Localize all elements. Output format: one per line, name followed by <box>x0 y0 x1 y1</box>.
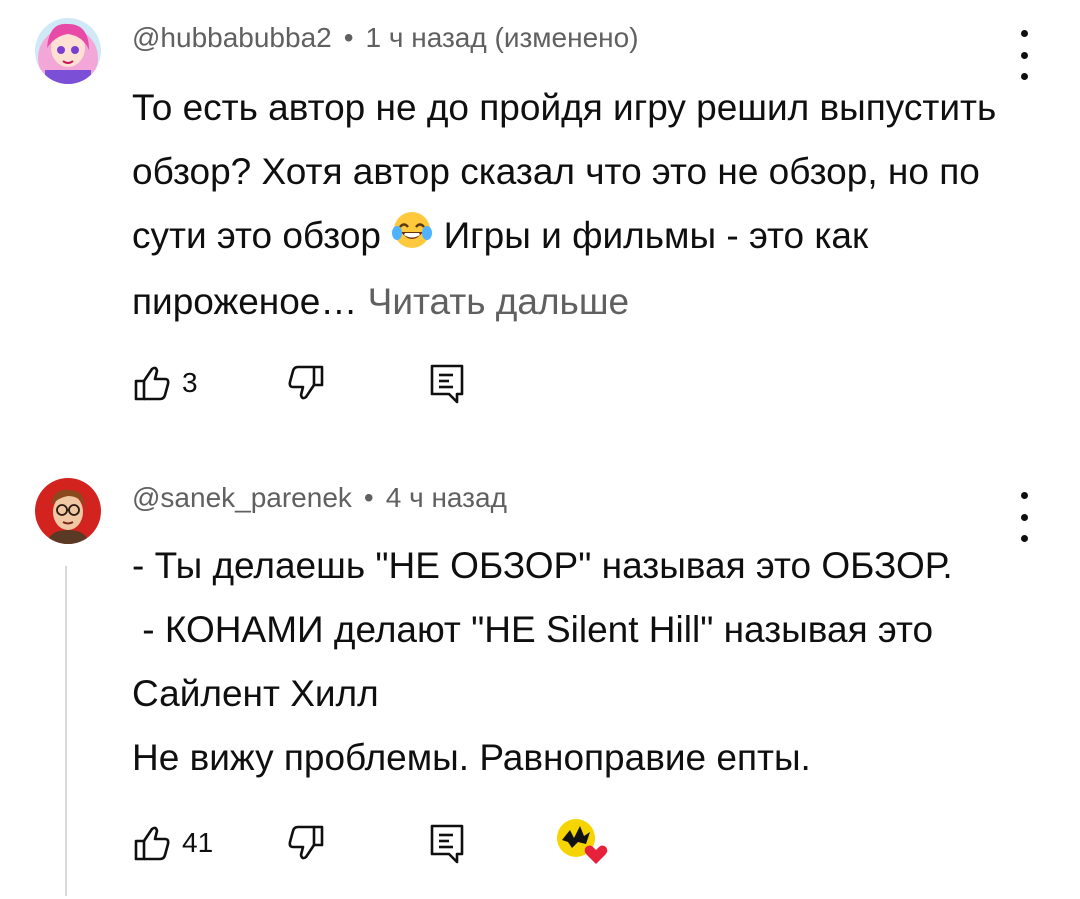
thumb-down-icon <box>286 363 326 403</box>
comment-time: 1 ч назад (изменено) <box>365 22 639 53</box>
avatar[interactable] <box>35 18 101 84</box>
creator-heart-icon <box>556 818 608 864</box>
read-more-link[interactable]: Читать дальше <box>368 281 629 322</box>
separator-dot: • <box>343 22 354 53</box>
comment-text: - Ты делаешь "НЕ ОБЗОР" называя это ОБЗО… <box>132 534 1012 790</box>
reply-icon <box>427 822 467 864</box>
like-button[interactable]: 3 <box>132 358 198 408</box>
dislike-button[interactable] <box>286 358 326 408</box>
comment-text: То есть автор не до пройдя игру решил вы… <box>132 76 1012 334</box>
reply-button[interactable] <box>427 818 467 868</box>
author-name[interactable]: @sanek_parenek <box>132 482 352 513</box>
like-count: 41 <box>182 827 214 858</box>
dislike-button[interactable] <box>286 818 326 868</box>
comment-line: - Ты делаешь "НЕ ОБЗОР" называя это ОБЗО… <box>132 545 953 586</box>
comment-meta: @sanek_parenek • 4 ч назад <box>132 482 507 514</box>
author-name[interactable]: @hubbabubba2 <box>132 22 332 53</box>
comment-line: - КОНАМИ делают "НЕ Silent Hill" называя… <box>132 609 944 714</box>
like-count: 3 <box>182 367 198 398</box>
thread-line <box>65 566 67 896</box>
thumb-down-icon <box>286 823 326 863</box>
comment-time: 4 ч назад <box>385 482 507 513</box>
like-button[interactable]: 41 <box>132 818 213 868</box>
separator-dot: • <box>363 482 374 513</box>
reply-icon <box>427 362 467 404</box>
thumb-up-icon <box>132 363 172 403</box>
more-vertical-icon[interactable] <box>1012 492 1036 542</box>
face-with-tears-of-joy-icon <box>391 206 433 270</box>
comment-line: Не вижу проблемы. Равноправие епты. <box>132 737 811 778</box>
reply-button[interactable] <box>427 358 467 408</box>
avatar[interactable] <box>35 478 101 544</box>
comment-meta: @hubbabubba2 • 1 ч назад (изменено) <box>132 22 639 54</box>
more-vertical-icon[interactable] <box>1012 30 1036 80</box>
thumb-up-icon <box>132 823 172 863</box>
